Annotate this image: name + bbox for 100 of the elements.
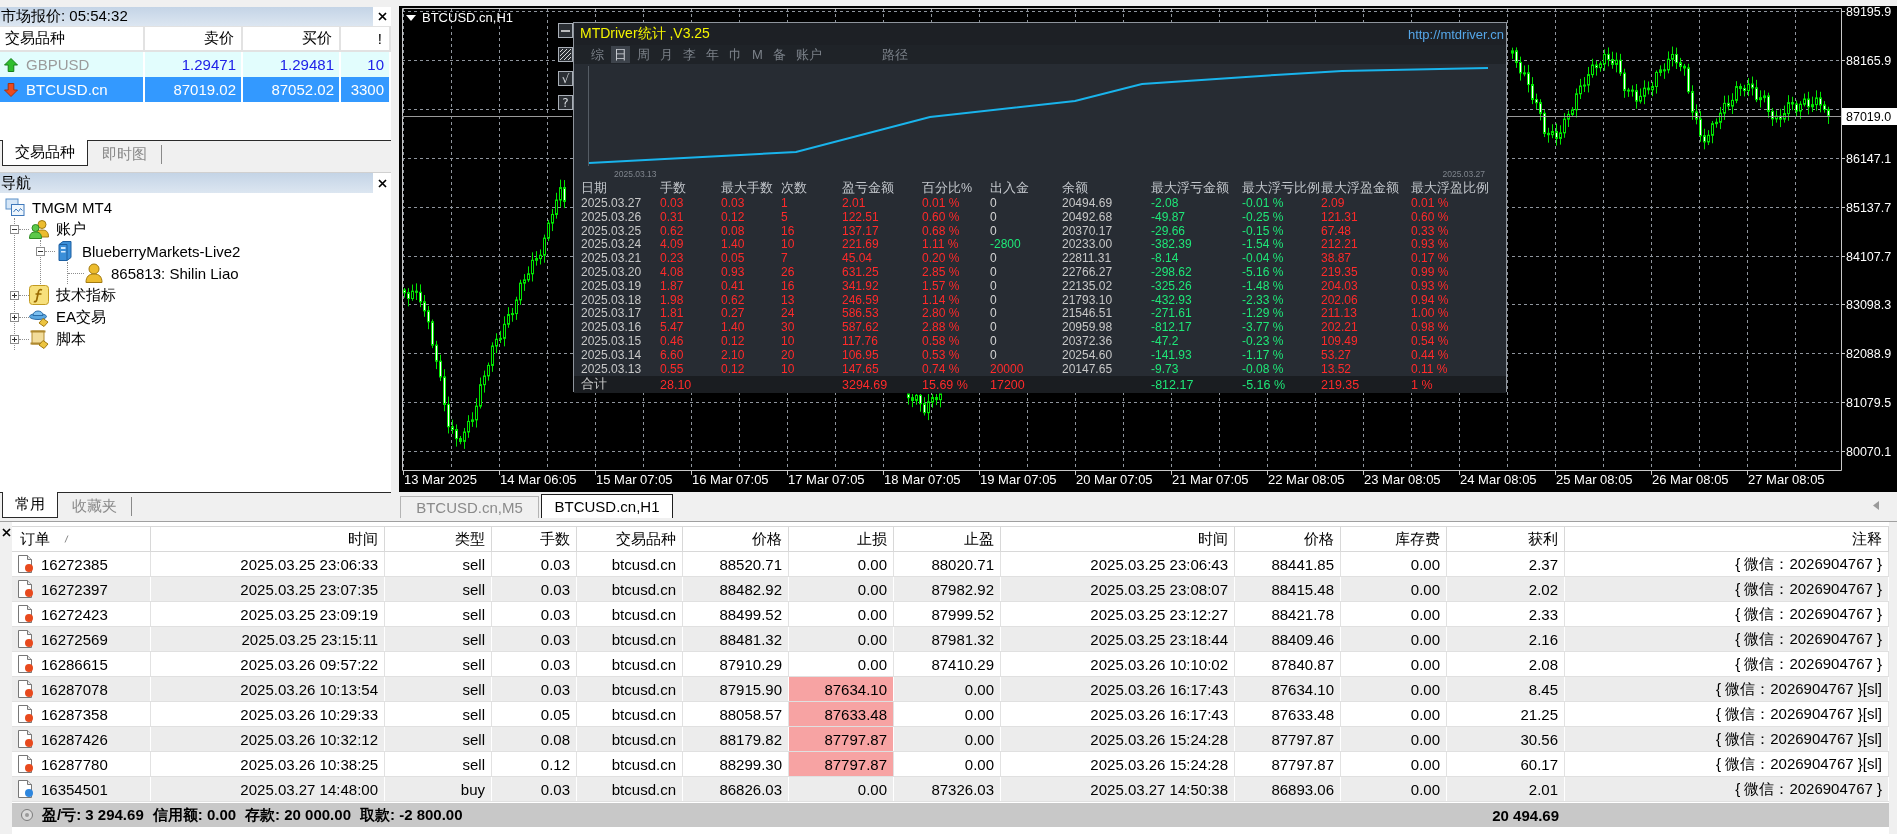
column-header[interactable]: 价格: [683, 526, 789, 552]
table-row[interactable]: 16287426 2025.03.26 10:32:12 sell 0.08 btcusd.cn 88179.82 87797.87 0.00 2025.03.26 15:24:28 87797.87 0.00 30.56 { 微信：2026904767 }[sl]: [12, 727, 1889, 752]
period-tab[interactable]: M: [749, 46, 766, 63]
lot-total: 0.55: [660, 362, 685, 377]
check-button[interactable]: √: [558, 71, 573, 86]
tree-item[interactable]: 账户: [56, 219, 86, 239]
period-tab[interactable]: 月: [657, 46, 676, 63]
function-icon: [29, 285, 49, 305]
max-floating-loss: -325.26: [1151, 279, 1193, 294]
table-row[interactable]: 16286615 2025.03.26 09:57:22 sell 0.03 btcusd.cn 87910.29 0.00 87410.29 2025.03.26 10:10:02 87840.87 0.00 2.08 { 微信：2026904767 }: [12, 652, 1889, 677]
column-header[interactable]: 价格: [1235, 526, 1341, 552]
take-profit: 88020.71: [894, 552, 1001, 576]
collapse-icon[interactable]: [10, 224, 19, 234]
tree-item[interactable]: TMGM MT4: [32, 198, 112, 216]
max-floating-profit: 202.06: [1321, 293, 1359, 308]
table-row[interactable]: 16287780 2025.03.26 10:38:25 sell 0.12 btcusd.cn 88299.30 87797.87 0.00 2025.03.26 15:24:28 87797.87 0.00 60.17 { 微信：2026904767 }[sl]: [12, 752, 1889, 777]
stop-loss: 0.00: [789, 552, 894, 576]
trade-count: 24: [781, 307, 796, 322]
panel-tab[interactable]: 交易品种: [2, 140, 88, 166]
tree-item[interactable]: EA交易: [56, 307, 106, 327]
period-tab[interactable]: 年: [703, 46, 722, 63]
tree-item[interactable]: 技术指标: [56, 285, 116, 305]
caret-icon[interactable]: [406, 14, 416, 21]
expand-icon[interactable]: [10, 312, 19, 322]
column-header[interactable]: 时间: [151, 526, 385, 552]
balance: 20147.65: [1062, 362, 1114, 377]
column-header[interactable]: 类型: [385, 526, 492, 552]
table-row[interactable]: 16354501 2025.03.27 14:48:00 buy 0.03 btcusd.cn 86826.03 0.00 87326.03 2025.03.27 14:50:38 86893.06 0.00 2.01 { 微信：2026904767 }: [12, 777, 1889, 802]
date: 2025.03.26: [581, 210, 643, 225]
balance: 20233.00: [1062, 238, 1114, 253]
lot-total: 5.47: [660, 321, 685, 335]
expand-icon[interactable]: [10, 290, 19, 300]
quote-row[interactable]: GBPUSD 1.29471 1.29481 10: [0, 52, 391, 77]
column-header[interactable]: 时间: [1001, 526, 1235, 552]
panel-tab[interactable]: 常用: [2, 492, 58, 518]
summary-item: 信用额: 0.00: [152, 805, 237, 825]
close-icon[interactable]: [377, 178, 387, 188]
expand-icon[interactable]: [10, 334, 19, 344]
tree-item[interactable]: BlueberryMarkets-Live2: [82, 242, 241, 260]
max-floating-profit: 121.31: [1321, 210, 1359, 225]
stop-loss: 0.00: [789, 577, 894, 601]
column-header[interactable]: 交易品种: [0, 26, 145, 52]
period-tab[interactable]: 周: [634, 46, 653, 63]
table-row[interactable]: 16272397 2025.03.25 23:07:35 sell 0.03 btcusd.cn 88482.92 0.00 87982.92 2025.03.25 23:08:07 88415.48 0.00 2.02 { 微信：2026904767 }: [12, 577, 1889, 602]
trade-count: 10: [781, 362, 796, 377]
order-number: 16272569: [41, 630, 108, 648]
order-type: buy: [385, 777, 492, 801]
profit-amount: 246.59: [842, 293, 880, 308]
column-header[interactable]: 交易品种: [577, 526, 683, 552]
period-tab[interactable]: 路径: [878, 46, 911, 63]
close-icon[interactable]: [1, 528, 11, 537]
period-tab[interactable]: 日: [611, 46, 630, 63]
max-floating-loss-percent: -3.77 %: [1242, 321, 1285, 335]
hatch-icon: [560, 49, 571, 60]
table-row[interactable]: 16287358 2025.03.26 10:29:33 sell 0.05 btcusd.cn 88058.57 87633.48 0.00 2025.03.26 16:17:43 87633.48 0.00 21.25 { 微信：2026904767 }[sl]: [12, 702, 1889, 727]
website-link[interactable]: http://mtdriver.cn: [1407, 26, 1504, 42]
table-row[interactable]: 16272569 2025.03.25 23:15:11 sell 0.03 btcusd.cn 88481.32 0.00 87981.32 2025.03.25 23:18:44 88409.46 0.00 2.16 { 微信：2026904767 }: [12, 627, 1889, 652]
period-tab[interactable]: 综: [588, 46, 607, 63]
column-header[interactable]: 卖价: [145, 26, 243, 52]
close-icon[interactable]: [377, 12, 387, 21]
max-floating-profit-percent: 0.60 %: [1411, 210, 1450, 225]
column-header[interactable]: !: [341, 26, 391, 52]
tree-item[interactable]: 865813: Shilin Liao: [111, 264, 239, 282]
period-tab[interactable]: 备: [769, 46, 789, 63]
order-type: sell: [385, 627, 492, 651]
max-floating-loss-percent: -1.17 %: [1242, 348, 1285, 363]
swap-value: 0.00: [1341, 702, 1447, 726]
column-header[interactable]: 止损: [789, 526, 894, 552]
period-tab[interactable]: 巾: [726, 46, 745, 63]
profit-value: 30.56: [1447, 727, 1565, 751]
max-floating-loss: -29.66: [1151, 224, 1187, 239]
table-row[interactable]: 16287078 2025.03.26 10:13:54 sell 0.03 btcusd.cn 87915.90 87634.10 0.00 2025.03.26 16:17:43 87634.10 0.00 8.45 { 微信：2026904767 }[sl]: [12, 677, 1889, 702]
cash-flow: 0: [990, 210, 998, 225]
max-floating-loss-percent: -0.25 %: [1242, 210, 1285, 225]
column-header[interactable]: 订单: [12, 526, 151, 552]
period-tab[interactable]: 李: [680, 46, 699, 63]
max-floating-profit: 2.09: [1321, 197, 1346, 211]
profit-value: 2.08: [1447, 652, 1565, 676]
column-header[interactable]: 库存费: [1341, 526, 1447, 552]
column-header[interactable]: 注释: [1565, 526, 1889, 552]
pattern-button[interactable]: [558, 47, 573, 62]
tree-item[interactable]: 脚本: [56, 329, 86, 349]
order-number: 16287078: [41, 680, 108, 698]
lot-total: 0.62: [660, 224, 685, 239]
column-header[interactable]: 手数: [492, 526, 577, 552]
max-lots: 2.10: [721, 348, 746, 363]
collapse-icon[interactable]: [36, 246, 45, 256]
balance: 22135.02: [1062, 279, 1114, 294]
column-header[interactable]: 买价: [243, 26, 341, 52]
table-row[interactable]: 16272385 2025.03.25 23:06:33 sell 0.03 btcusd.cn 88520.71 0.00 88020.71 2025.03.25 23:06:43 88441.85 0.00 2.37 { 微信：2026904767 }: [12, 552, 1889, 577]
column-header: 最大浮亏比例: [1242, 180, 1321, 197]
chart-tab[interactable]: BTCUSD.cn,H1: [541, 494, 673, 518]
minimize-button[interactable]: [558, 23, 573, 38]
period-tab[interactable]: 账户: [792, 46, 825, 63]
help-button[interactable]: ?: [558, 95, 573, 110]
column-header[interactable]: 止盈: [894, 526, 1001, 552]
max-floating-profit-percent: 0.93 %: [1411, 279, 1450, 294]
table-row[interactable]: 16272423 2025.03.25 23:09:19 sell 0.03 btcusd.cn 88499.52 0.00 87999.52 2025.03.25 23:12:27 88421.78 0.00 2.33 { 微信：2026904767 }: [12, 602, 1889, 627]
symbol-name: btcusd.cn: [577, 602, 683, 626]
column-header[interactable]: 获利: [1447, 526, 1565, 552]
